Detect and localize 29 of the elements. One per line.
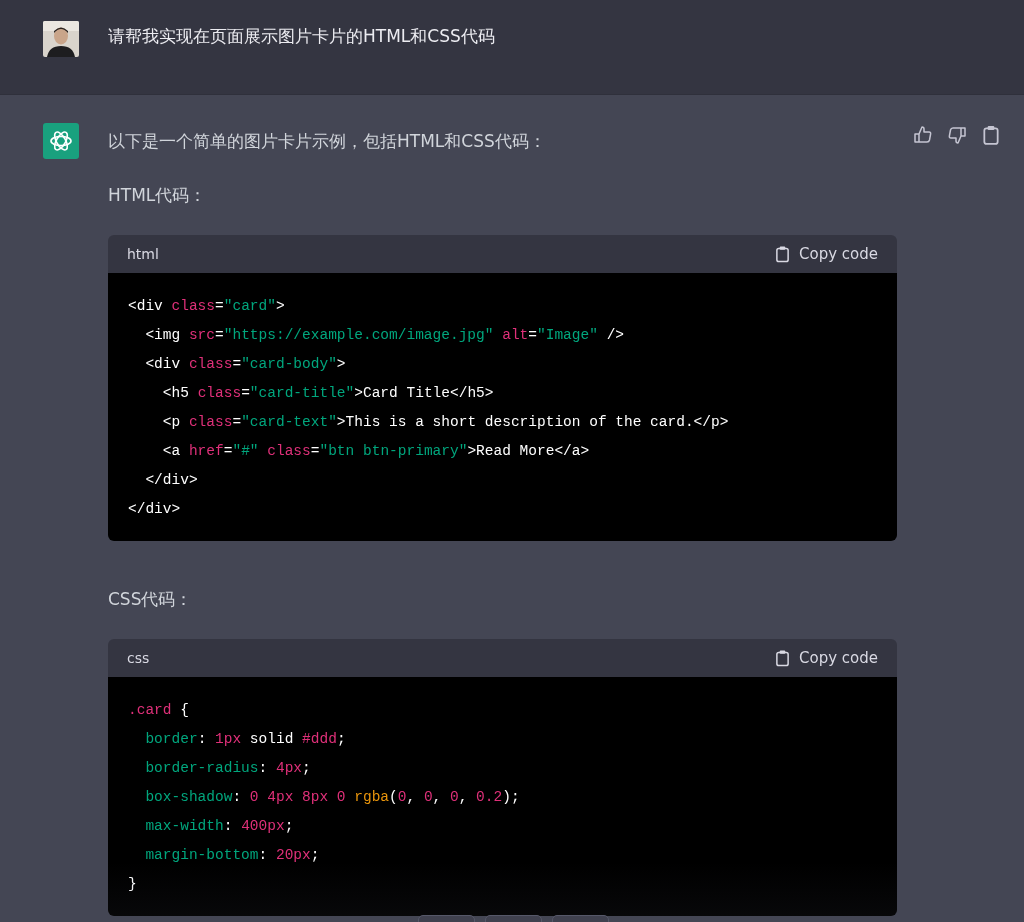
code-line: <p class="card-text">This is a short description of the card.</p> (161, 413, 730, 432)
code-line: <h5 class="card-title">Card Title</h5> (161, 384, 495, 403)
code-line: margin-bottom: 20px; (144, 846, 321, 865)
copy-code-button[interactable]: Copy code (775, 649, 878, 667)
response-paragraph: 以下是一个简单的图片卡片示例，包括HTML和CSS代码： (108, 130, 547, 153)
code-line: } (128, 875, 138, 894)
response-paragraph: CSS代码： (108, 588, 194, 611)
copy-code-button[interactable]: Copy code (775, 245, 878, 263)
code-line: <div class="card-body"> (144, 355, 347, 374)
code-line: </div> (128, 500, 182, 519)
user-message: 请帮我实现在页面展示图片卡片的HTML和CSS代码 (108, 25, 495, 48)
code-line: </div> (144, 471, 199, 490)
code-line: .card { (128, 701, 190, 720)
code-line: <img src="https://example.com/image.jpg" alt="Image" /> (144, 326, 626, 345)
code-line: border: 1px solid #ddd; (144, 730, 347, 749)
code-line: <div class="card"> (128, 297, 286, 316)
thumbs-down-icon[interactable] (947, 125, 967, 145)
clipboard-icon (775, 245, 790, 263)
response-paragraph: HTML代码： (108, 184, 208, 207)
clipboard-icon (775, 649, 790, 667)
thumbs-up-icon[interactable] (913, 125, 933, 145)
code-line: max-width: 400px; (144, 817, 295, 836)
assistant-logo-icon (43, 123, 79, 159)
code-language: css (127, 650, 150, 666)
code-line: <a href="#" class="btn btn-primary">Read More</a> (161, 442, 591, 461)
code-language: html (127, 246, 159, 262)
clipboard-icon[interactable] (981, 125, 1001, 145)
code-line: border-radius: 4px; (144, 759, 312, 778)
code-line: box-shadow: 0 4px 8px 0 rgba(0, 0, 0, 0.2); (144, 788, 521, 807)
